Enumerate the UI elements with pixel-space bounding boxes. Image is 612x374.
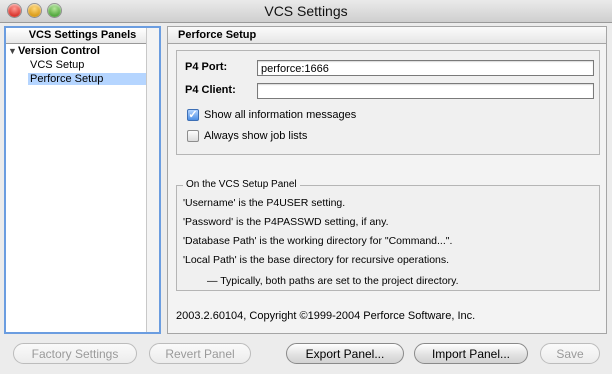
perforce-setup-panel: Perforce Setup P4 Port: perforce:1666 P4…: [167, 26, 607, 334]
p4-port-label: P4 Port:: [185, 61, 228, 73]
panel-title: Perforce Setup: [168, 27, 606, 44]
p4-settings-group: P4 Port: perforce:1666 P4 Client: ✓ Show…: [176, 50, 600, 155]
info-line: 'Username' is the P4USER setting.: [183, 197, 346, 209]
show-info-messages-label: Show all information messages: [204, 109, 357, 121]
copyright-text: 2003.2.60104, Copyright ©1999-2004 Perfo…: [176, 310, 476, 322]
p4-client-label: P4 Client:: [185, 84, 236, 96]
show-job-lists-label: Always show job lists: [204, 130, 308, 142]
vertical-scrollbar[interactable]: [146, 28, 159, 332]
show-info-messages-checkbox[interactable]: ✓: [187, 109, 199, 121]
tree-group-version-control[interactable]: ▼Version Control: [8, 45, 100, 57]
info-group-legend: On the VCS Setup Panel: [183, 179, 300, 190]
disclosure-triangle-icon[interactable]: ▼: [8, 46, 18, 56]
import-panel-button[interactable]: Import Panel...: [414, 343, 528, 364]
info-line: 'Database Path' is the working directory…: [183, 235, 453, 247]
vcs-settings-window: VCS Settings VCS Settings Panels ▼Versio…: [0, 0, 612, 374]
window-title: VCS Settings: [264, 3, 348, 19]
export-panel-button[interactable]: Export Panel...: [286, 343, 404, 364]
title-bar: VCS Settings: [0, 0, 612, 23]
p4-client-field[interactable]: [257, 83, 594, 99]
panels-list-header: VCS Settings Panels: [6, 28, 159, 44]
p4-port-field[interactable]: perforce:1666: [257, 60, 594, 76]
save-button[interactable]: Save: [540, 343, 600, 364]
revert-panel-button[interactable]: Revert Panel: [149, 343, 251, 364]
tree-item-perforce-setup[interactable]: Perforce Setup: [28, 73, 148, 85]
tree-group-label: Version Control: [18, 45, 100, 57]
show-job-lists-checkbox[interactable]: [187, 130, 199, 142]
info-line: 'Password' is the P4PASSWD setting, if a…: [183, 216, 389, 228]
settings-panels-list: VCS Settings Panels ▼Version Control VCS…: [4, 26, 161, 334]
info-line: 'Local Path' is the base directory for r…: [183, 254, 450, 266]
info-group: On the VCS Setup Panel 'Username' is the…: [176, 179, 600, 291]
tree-item-vcs-setup[interactable]: VCS Setup: [30, 59, 84, 71]
info-note: — Typically, both paths are set to the p…: [207, 275, 459, 287]
factory-settings-button[interactable]: Factory Settings: [13, 343, 137, 364]
